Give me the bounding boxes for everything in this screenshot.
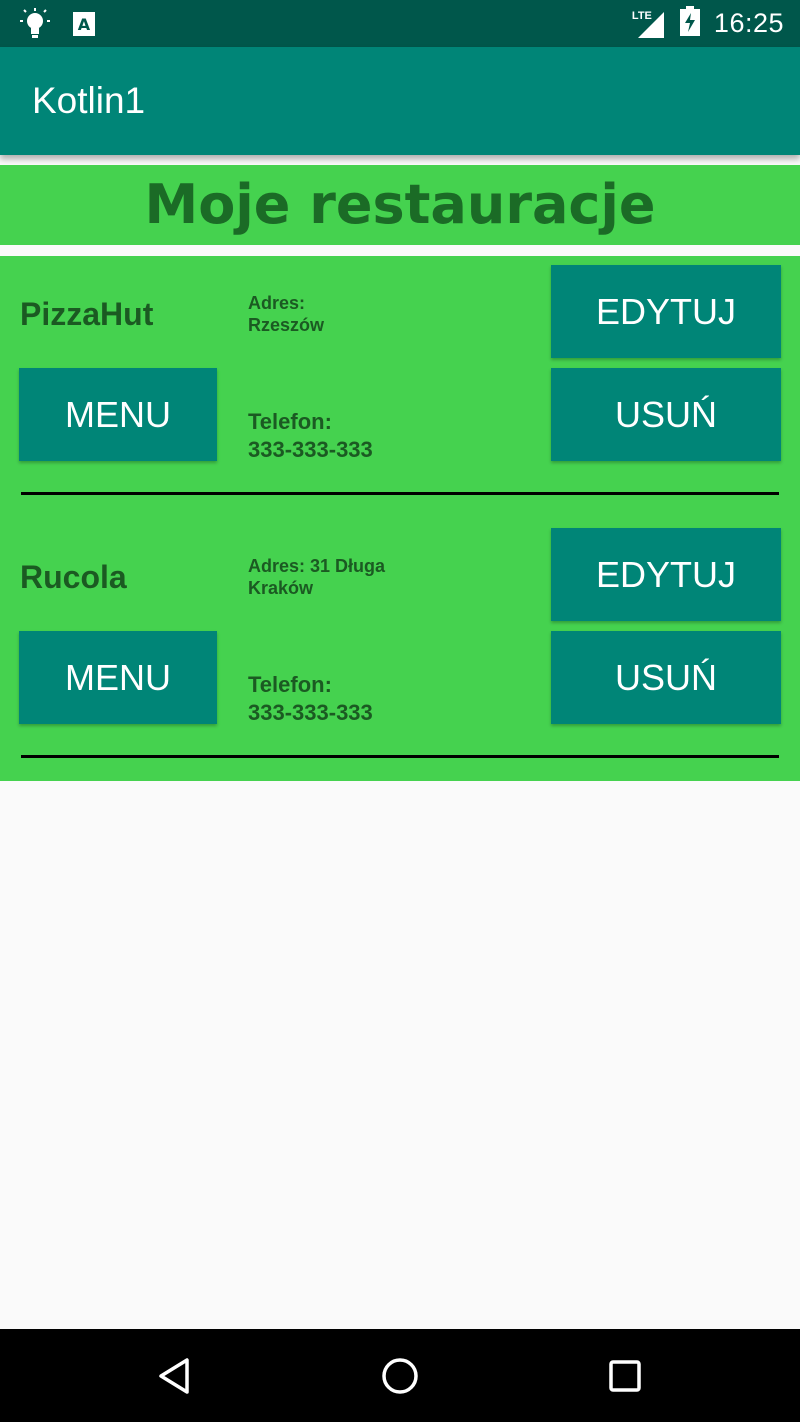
a-box-icon: A — [72, 11, 96, 42]
battery-charging-icon — [679, 6, 700, 41]
app-bar: Kotlin1 — [0, 47, 800, 155]
screen: A LTE 16:25 Kotlin1 Moje restauracje Piz… — [0, 0, 800, 1422]
restaurant-name: PizzaHut — [20, 296, 154, 332]
phone-value: 333-333-333 — [248, 700, 373, 725]
address-value: Kraków — [248, 578, 314, 598]
restaurant-phone: Telefon: 333-333-333 — [248, 671, 373, 727]
restaurant-name: Rucola — [20, 559, 127, 595]
home-icon[interactable] — [378, 1354, 422, 1398]
address-label: Adres: 31 Długa — [248, 556, 386, 576]
recents-icon[interactable] — [603, 1354, 647, 1398]
edit-button[interactable]: EDYTUJ — [551, 265, 781, 358]
menu-button[interactable]: MENU — [19, 368, 217, 461]
delete-button[interactable]: USUŃ — [551, 631, 781, 724]
phone-label: Telefon: — [248, 672, 332, 697]
status-bar: A LTE 16:25 — [0, 0, 800, 47]
list-item: PizzaHut Adres: Rzeszów EDYTUJ MENU Tele… — [0, 256, 800, 519]
page-title: Moje restauracje — [144, 173, 656, 236]
restaurant-address: Adres: 31 Długa Kraków — [248, 555, 448, 599]
restaurant-address: Adres: Rzeszów — [248, 292, 448, 336]
menu-button[interactable]: MENU — [19, 631, 217, 724]
back-icon[interactable] — [153, 1354, 197, 1398]
lightbulb-icon — [20, 8, 50, 45]
svg-text:A: A — [78, 15, 91, 34]
navigation-bar — [0, 1329, 800, 1422]
app-title: Kotlin1 — [32, 80, 146, 121]
status-time: 16:25 — [713, 8, 784, 38]
row-divider — [21, 492, 779, 495]
delete-button[interactable]: USUŃ — [551, 368, 781, 461]
phone-value: 333-333-333 — [248, 437, 373, 462]
restaurant-phone: Telefon: 333-333-333 — [248, 408, 373, 464]
address-label: Adres: — [248, 293, 306, 313]
row-divider — [21, 755, 779, 758]
phone-label: Telefon: — [248, 409, 332, 434]
signal-icon: LTE — [632, 8, 666, 40]
list-item: Rucola Adres: 31 Długa Kraków EDYTUJ MEN… — [0, 519, 800, 782]
address-value: Rzeszów — [248, 315, 325, 335]
restaurant-list[interactable]: PizzaHut Adres: Rzeszów EDYTUJ MENU Tele… — [0, 256, 800, 781]
title-strip: Moje restauracje — [0, 165, 800, 245]
edit-button[interactable]: EDYTUJ — [551, 528, 781, 621]
